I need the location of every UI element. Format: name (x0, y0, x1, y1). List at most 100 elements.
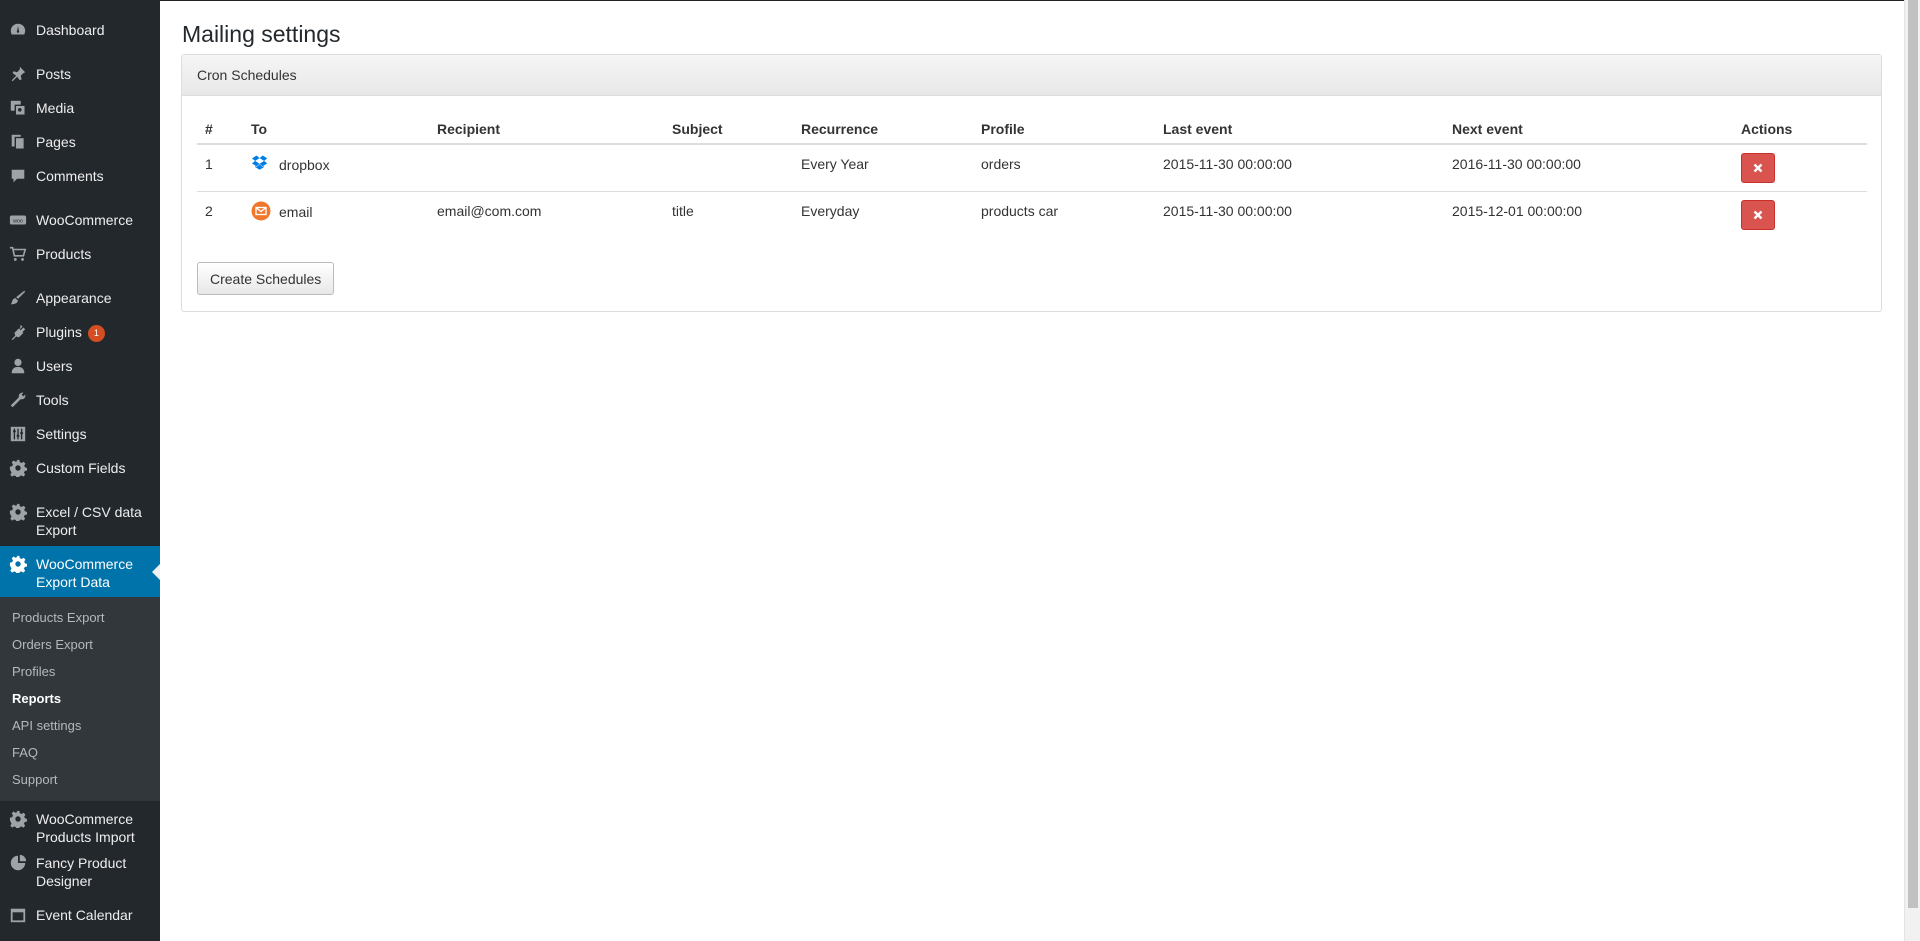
row-profile: orders (973, 144, 1155, 192)
page-title: Mailing settings (182, 21, 341, 47)
column-header-number: # (197, 114, 243, 145)
menu-item-appearance[interactable]: Appearance (0, 288, 160, 322)
menu-item-plugins[interactable]: Plugins 1 (0, 322, 160, 356)
column-header-to: To (243, 114, 429, 145)
column-header-profile: Profile (973, 114, 1155, 145)
submenu-item-api-settings[interactable]: API settings (0, 712, 160, 739)
close-icon (1753, 210, 1763, 219)
gear-icon (9, 459, 27, 477)
menu-label: Media (36, 100, 75, 116)
menu-item-woocommerce-products-import[interactable]: WooCommerce Products Import (0, 801, 160, 853)
menu-item-settings[interactable]: Settings (0, 424, 160, 458)
menu-item-excel-csv-export[interactable]: Excel / CSV data Export (0, 502, 160, 546)
column-header-next-event: Next event (1444, 114, 1733, 145)
menu-label: WooCommerce Export Data (36, 556, 133, 590)
svg-text:woo: woo (12, 218, 23, 224)
row-actions (1733, 144, 1867, 192)
gear-icon (9, 555, 27, 573)
pages-icon (11, 134, 25, 150)
destination-label: dropbox (279, 157, 330, 173)
user-icon (11, 358, 25, 374)
dashboard-icon (10, 23, 26, 35)
cart-icon (9, 246, 27, 261)
plug-icon (11, 324, 26, 341)
menu-item-users[interactable]: Users (0, 356, 160, 390)
table-row: 1 dropbox Every Year orders 2015-11-30 0… (197, 144, 1867, 192)
row-actions (1733, 191, 1867, 238)
menu-item-posts[interactable]: Posts (0, 64, 160, 98)
vertical-scrollbar[interactable] (1904, 0, 1920, 941)
menu-item-dashboard[interactable]: Dashboard (0, 20, 160, 54)
menu-label: Custom Fields (36, 460, 126, 476)
menu-label: Users (36, 358, 73, 374)
panel-heading: Cron Schedules (182, 55, 1881, 96)
delete-schedule-button[interactable] (1741, 199, 1775, 230)
column-header-actions: Actions (1733, 114, 1867, 145)
row-recipient (429, 144, 664, 192)
row-recurrence: Every Year (793, 144, 973, 192)
table-row: 2 email email@com.com title Everyday pro… (197, 191, 1867, 238)
column-header-recipient: Recipient (429, 114, 664, 145)
row-next-event: 2016-11-30 00:00:00 (1444, 144, 1733, 192)
menu-item-event-calendar[interactable]: Event Calendar (0, 905, 160, 939)
column-header-subject: Subject (664, 114, 793, 145)
submenu-item-reports[interactable]: Reports (0, 685, 160, 712)
woo-icon: woo (9, 215, 27, 225)
menu-item-comments[interactable]: Comments (0, 166, 160, 200)
submenu-item-orders-export[interactable]: Orders Export (0, 631, 160, 658)
sliders-icon (10, 426, 26, 442)
submenu-item-products-export[interactable]: Products Export (0, 604, 160, 631)
email-icon (251, 201, 271, 220)
row-recurrence: Everyday (801, 202, 860, 219)
scrollbar-thumb[interactable] (1908, 0, 1918, 908)
schedule-table: # To Recipient Subject Recurrence Profil… (197, 114, 1867, 238)
destination-label: email (279, 203, 313, 220)
menu-item-woocommerce[interactable]: woo WooCommerce (0, 210, 160, 244)
menu-item-tools[interactable]: Tools (0, 390, 160, 424)
row-to: dropbox (243, 144, 429, 192)
close-icon (1753, 163, 1763, 173)
submenu-item-faq[interactable]: FAQ (0, 739, 160, 766)
menu-label: Posts (36, 66, 72, 82)
menu-item-custom-fields[interactable]: Custom Fields (0, 458, 160, 492)
create-schedules-button[interactable]: Create Schedules (197, 262, 335, 295)
row-next-event: 2015-12-01 00:00:00 (1452, 202, 1582, 219)
menu-label: Pages (36, 134, 76, 150)
wrench-icon (10, 392, 26, 408)
dropbox-icon (252, 155, 268, 170)
menu-label: Settings (36, 426, 87, 442)
menu-label: Products (36, 246, 92, 262)
column-header-recurrence: Recurrence (793, 114, 973, 145)
admin-sidebar: Dashboard Posts Media Pages Comments woo… (0, 0, 160, 941)
submenu: Products Export Orders Export Profiles R… (0, 597, 160, 801)
row-profile: products car (981, 202, 1059, 219)
row-number: 1 (197, 144, 243, 192)
gear-icon (9, 810, 27, 828)
delete-schedule-button[interactable] (1741, 153, 1775, 183)
menu-item-media[interactable]: Media (0, 98, 160, 132)
menu-item-products[interactable]: Products (0, 244, 160, 278)
table-header-row: # To Recipient Subject Recurrence Profil… (197, 114, 1867, 145)
menu-label: Excel / CSV data Export (36, 504, 142, 538)
submenu-item-profiles[interactable]: Profiles (0, 658, 160, 685)
pie-icon (10, 854, 27, 871)
menu-item-pages[interactable]: Pages (0, 132, 160, 166)
row-last-event: 2015-11-30 00:00:00 (1155, 144, 1444, 192)
brush-icon (10, 290, 26, 305)
submenu-item-support[interactable]: Support (0, 766, 160, 793)
menu-label: Comments (36, 168, 104, 184)
menu-item-fancy-product-designer[interactable]: Fancy Product Designer (0, 853, 160, 905)
menu-label: Plugins 1 (36, 322, 105, 342)
pin-icon (11, 66, 26, 82)
main-content: Mailing settings Cron Schedules # To Rec… (160, 0, 1904, 941)
menu-item-woocommerce-export-data[interactable]: WooCommerce Export Data (0, 546, 160, 597)
row-recipient: email@com.com (437, 202, 542, 219)
row-to: email (243, 191, 429, 238)
comment-icon (11, 169, 25, 183)
gear-icon (9, 503, 27, 521)
menu-label: Appearance (36, 290, 112, 306)
menu-label: WooCommerce (36, 212, 133, 228)
menu-label: Fancy Product Designer (36, 855, 127, 889)
menu-label: Tools (36, 392, 69, 408)
row-number: 2 (205, 202, 213, 219)
